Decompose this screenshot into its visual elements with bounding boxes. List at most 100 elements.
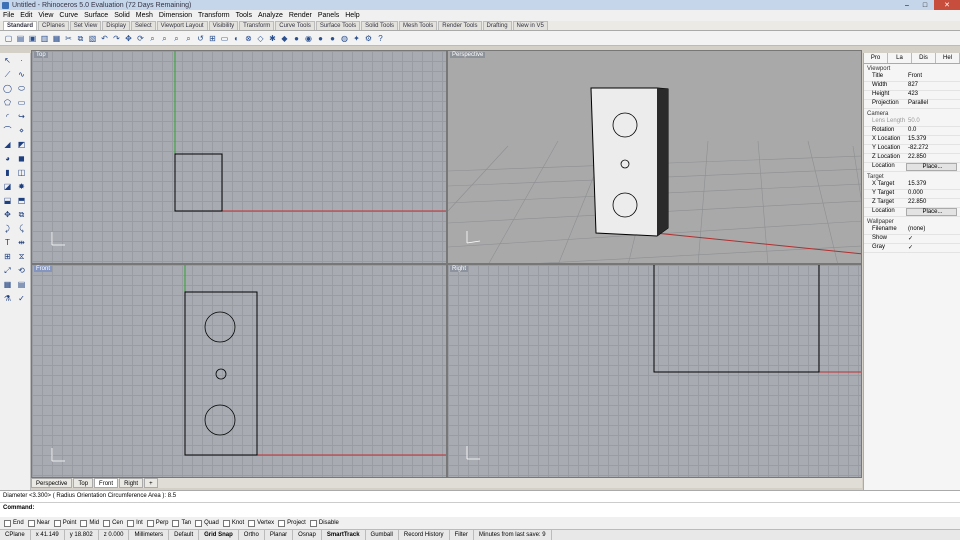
- y-location-field[interactable]: -82.272: [906, 145, 960, 153]
- join-icon[interactable]: ⤹: [15, 222, 28, 235]
- tab-solid-tools[interactable]: Solid Tools: [361, 21, 399, 30]
- viewport-perspective[interactable]: Perspective: [447, 50, 862, 264]
- arc-icon[interactable]: ◜: [1, 110, 14, 123]
- mirror-icon[interactable]: ⧖: [15, 250, 28, 263]
- menu-analyze[interactable]: Analyze: [258, 12, 283, 19]
- menu-solid[interactable]: Solid: [114, 12, 130, 19]
- paste-icon[interactable]: ▧: [87, 33, 98, 44]
- command-prompt[interactable]: Command:: [0, 502, 960, 513]
- copy-icon[interactable]: ⧉: [75, 33, 86, 44]
- viewport-tab-right[interactable]: Right: [119, 478, 144, 488]
- point-icon[interactable]: ·: [15, 54, 28, 67]
- select-arrow-icon[interactable]: ↖: [1, 54, 14, 67]
- menu-help[interactable]: Help: [345, 12, 359, 19]
- viewport-front-label[interactable]: Front: [34, 266, 53, 272]
- tab-visibility[interactable]: Visibility: [208, 21, 239, 30]
- rotate-view-icon[interactable]: ⟳: [135, 33, 146, 44]
- osnap-project[interactable]: Project: [278, 519, 306, 527]
- dimension-icon[interactable]: ⇹: [15, 236, 28, 249]
- zoom-extents-icon[interactable]: ⌕: [171, 33, 182, 44]
- status-record-history[interactable]: Record History: [399, 530, 450, 540]
- layer-icon[interactable]: ◇: [255, 33, 266, 44]
- group-icon[interactable]: ▦: [1, 278, 14, 291]
- tab-render-tools[interactable]: Render Tools: [438, 21, 482, 30]
- cylinder-icon[interactable]: ▮: [1, 166, 14, 179]
- status-ortho[interactable]: Ortho: [239, 530, 265, 540]
- light-icon[interactable]: ✱: [267, 33, 278, 44]
- mesh-icon[interactable]: ◪: [1, 180, 14, 193]
- menu-view[interactable]: View: [38, 12, 53, 19]
- menu-transform[interactable]: Transform: [198, 12, 230, 19]
- save-icon[interactable]: ▣: [27, 33, 38, 44]
- panel-tab-display[interactable]: Dis: [912, 53, 936, 63]
- status-layer[interactable]: Default: [169, 530, 200, 540]
- show-checkbox[interactable]: ✓: [906, 235, 960, 243]
- zoom-window-icon[interactable]: ⌕: [159, 33, 170, 44]
- menu-panels[interactable]: Panels: [318, 12, 339, 19]
- surface-icon[interactable]: ◢: [1, 138, 14, 151]
- split-icon[interactable]: ⬒: [15, 194, 28, 207]
- tab-drafting[interactable]: Drafting: [482, 21, 512, 30]
- osnap-vertex[interactable]: Vertex: [248, 519, 274, 527]
- cut-icon[interactable]: ✂: [63, 33, 74, 44]
- panel-tab-help[interactable]: Hel: [936, 53, 960, 63]
- rotate-icon[interactable]: ⟲: [15, 264, 28, 277]
- material-icon[interactable]: ●: [291, 33, 302, 44]
- lock-icon[interactable]: ⊗: [243, 33, 254, 44]
- block-icon[interactable]: ▤: [15, 278, 28, 291]
- rendered-icon[interactable]: ●: [327, 33, 338, 44]
- height-field[interactable]: 423: [906, 91, 960, 99]
- four-viewports-icon[interactable]: ⊞: [207, 33, 218, 44]
- status-filter[interactable]: Filter: [450, 530, 474, 540]
- title-field[interactable]: Front: [906, 73, 960, 81]
- tab-surface-tools[interactable]: Surface Tools: [315, 21, 361, 30]
- extrude-icon[interactable]: ⬓: [1, 194, 14, 207]
- tab-cplanes[interactable]: CPlanes: [38, 21, 69, 30]
- scale-icon[interactable]: ⤢: [1, 264, 14, 277]
- tab-display[interactable]: Display: [102, 21, 130, 30]
- polygon-icon[interactable]: ⬠: [1, 96, 14, 109]
- explode-icon[interactable]: ✸: [15, 180, 28, 193]
- osnap-cen[interactable]: Cen: [103, 519, 123, 527]
- copy-object-icon[interactable]: ⧉: [15, 208, 28, 221]
- viewport-top[interactable]: Top: [31, 50, 447, 264]
- viewport-right-label[interactable]: Right: [450, 266, 469, 272]
- help-icon[interactable]: ?: [375, 33, 386, 44]
- viewport-tab-perspective[interactable]: Perspective: [31, 478, 73, 488]
- viewport-front[interactable]: Front: [31, 264, 447, 478]
- osnap-int[interactable]: Int: [127, 519, 143, 527]
- osnap-knot[interactable]: Knot: [222, 519, 244, 527]
- filename-field[interactable]: (none): [906, 226, 960, 234]
- polyline-icon[interactable]: ⟋: [1, 68, 14, 81]
- menu-mesh[interactable]: Mesh: [136, 12, 153, 19]
- tab-viewport-layout[interactable]: Viewport Layout: [156, 21, 208, 30]
- text-icon[interactable]: T: [1, 236, 14, 249]
- open-file-icon[interactable]: ▤: [15, 33, 26, 44]
- move-icon[interactable]: ✥: [1, 208, 14, 221]
- close-button[interactable]: ✕: [934, 0, 960, 10]
- add-viewport-tab-icon[interactable]: +: [144, 478, 158, 488]
- projection-select[interactable]: Parallel: [906, 100, 960, 108]
- width-field[interactable]: 827: [906, 82, 960, 90]
- x-target-field[interactable]: 15.379: [906, 181, 960, 189]
- undo-view-icon[interactable]: ↺: [195, 33, 206, 44]
- box-icon[interactable]: ◼: [15, 152, 28, 165]
- status-smarttrack[interactable]: SmartTrack: [322, 530, 366, 540]
- new-file-icon[interactable]: ▢: [3, 33, 14, 44]
- osnap-quad[interactable]: Quad: [195, 519, 219, 527]
- osnap-disable[interactable]: Disable: [309, 519, 339, 527]
- menu-tools[interactable]: Tools: [236, 12, 252, 19]
- gray-checkbox[interactable]: ✓: [906, 244, 960, 252]
- rotation-field[interactable]: 0.0: [906, 127, 960, 135]
- y-target-field[interactable]: 0.000: [906, 190, 960, 198]
- osnap-tan[interactable]: Tan: [172, 519, 191, 527]
- menu-edit[interactable]: Edit: [20, 12, 32, 19]
- fillet-curve-icon[interactable]: ⌒: [1, 124, 14, 137]
- offset-icon[interactable]: ⋄: [15, 124, 28, 137]
- osnap-mid[interactable]: Mid: [80, 519, 99, 527]
- zoom-selected-icon[interactable]: ⌕: [183, 33, 194, 44]
- sphere-icon[interactable]: ◕: [1, 152, 14, 165]
- x-location-field[interactable]: 15.379: [906, 136, 960, 144]
- render-icon[interactable]: ◉: [303, 33, 314, 44]
- tab-set-view[interactable]: Set View: [69, 21, 102, 30]
